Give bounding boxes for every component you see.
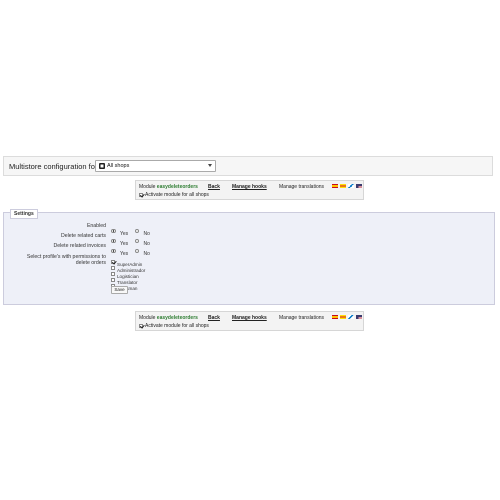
module-toolbar-top: Module easydeleteorders Back Manage hook… [135, 180, 364, 200]
manage-translations-label: Manage translations [279, 184, 325, 190]
delete-carts-label: Delete related carts [61, 233, 106, 239]
flag-gl-icon[interactable] [348, 315, 354, 319]
translation-flags [332, 184, 362, 189]
flag-gl-icon[interactable] [348, 184, 354, 188]
profiles-label-line2: delete orders [75, 260, 106, 266]
save-button[interactable]: Save [111, 286, 128, 294]
module-title: Module easydeleteorders [139, 315, 198, 321]
multistore-bar: Multistore configuration for All shops [3, 156, 493, 176]
flag-ca-icon[interactable] [340, 184, 346, 188]
flag-es-icon[interactable] [332, 315, 338, 319]
module-title: Module easydeleteorders [139, 184, 198, 190]
back-link[interactable]: Back [208, 315, 220, 321]
enabled-label: Enabled [86, 223, 106, 229]
manage-hooks-link[interactable]: Manage hooks [232, 315, 267, 321]
flag-ca-icon[interactable] [340, 315, 346, 319]
shop-select-value: All shops [107, 162, 130, 169]
shop-select[interactable]: All shops [95, 160, 216, 172]
activate-all-checkbox[interactable] [139, 192, 143, 197]
activate-all-shops[interactable]: Activate module for all shops [139, 323, 209, 329]
shop-tree-icon [99, 163, 105, 169]
module-name: easydeleteorders [156, 184, 198, 190]
no-label: No [143, 251, 150, 257]
manage-translations-label: Manage translations [279, 315, 325, 321]
flag-us-icon[interactable] [356, 184, 362, 188]
module-prefix: Module [139, 315, 156, 321]
activate-all-shops[interactable]: Activate module for all shops [139, 192, 209, 198]
multistore-label: Multistore configuration for [9, 162, 98, 171]
chevron-down-icon [208, 164, 212, 167]
delete-invoices-label: Delete related invoices [53, 243, 106, 249]
module-toolbar-bottom: Module easydeleteorders Back Manage hook… [135, 311, 364, 331]
module-prefix: Module [139, 184, 156, 190]
activate-all-label: Activate module for all shops [145, 323, 209, 329]
translation-flags [332, 315, 362, 320]
activate-all-checkbox[interactable] [139, 323, 143, 328]
manage-hooks-link[interactable]: Manage hooks [232, 184, 267, 190]
module-name: easydeleteorders [156, 315, 198, 321]
activate-all-label: Activate module for all shops [145, 192, 209, 198]
flag-us-icon[interactable] [356, 315, 362, 319]
back-link[interactable]: Back [208, 184, 220, 190]
settings-legend: Settings [10, 209, 38, 219]
flag-es-icon[interactable] [332, 184, 338, 188]
